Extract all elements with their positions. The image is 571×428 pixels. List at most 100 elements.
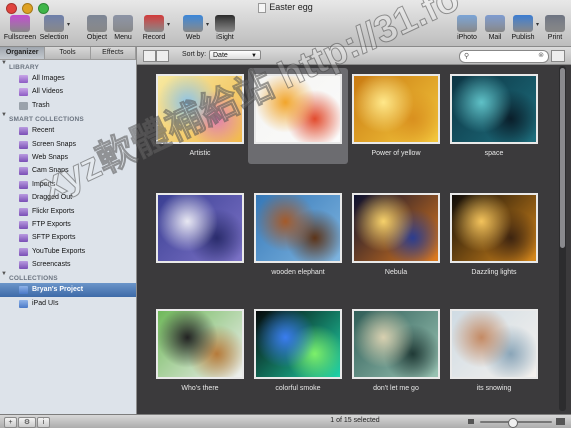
info-panel-button[interactable] <box>551 50 565 62</box>
document-icon <box>258 2 267 13</box>
sidebar-item-ftp-exports[interactable]: FTP Exports <box>0 218 136 231</box>
tab-organizer[interactable]: Organizer <box>0 47 46 59</box>
smart-collection-icon <box>19 153 28 162</box>
toolbar: Easter egg Fullscreen ▾ Selection Object Men… <box>0 0 571 47</box>
action-menu-button[interactable]: ⚙ <box>18 417 36 428</box>
sidebar-item-label: iPad UIs <box>32 299 59 307</box>
list-view-button[interactable] <box>156 50 169 62</box>
thumbnail-image[interactable] <box>254 309 342 379</box>
thumbnail-image[interactable] <box>254 193 342 263</box>
smart-collection-icon <box>19 220 28 229</box>
thumbnail-item[interactable]: don't let me go <box>352 309 440 399</box>
smart-collection-icon <box>19 180 28 189</box>
add-collection-button[interactable]: + <box>4 417 17 428</box>
info-button[interactable]: i <box>37 417 50 428</box>
selection-status: 1 of 15 selected <box>330 417 380 424</box>
grid-view-button[interactable] <box>143 50 156 62</box>
sidebar-item-flickr-exports[interactable]: Flickr Exports <box>0 205 136 218</box>
sidebar-item-screencasts[interactable]: Screencasts <box>0 258 136 271</box>
sidebar-item-recent[interactable]: Recent <box>0 124 136 137</box>
window-title: Easter egg <box>0 2 571 13</box>
section-heading-label: SMART COLLECTIONS <box>9 116 84 124</box>
menu-icon <box>113 15 133 32</box>
print-toolbar-button[interactable]: Print <box>538 15 571 41</box>
search-field[interactable]: ⚲ ⊗ <box>459 50 549 63</box>
thumbnail-item[interactable]: colorful smoke <box>254 309 342 399</box>
toolbar-button-label: iSight <box>216 34 234 41</box>
bottom-bar: + ⚙ i 1 of 15 selected <box>0 414 571 428</box>
thumbnail-item[interactable] <box>156 193 244 283</box>
sidebar-item-sftp-exports[interactable]: SFTP Exports <box>0 231 136 244</box>
thumbnail-item[interactable] <box>248 68 348 164</box>
thumbnail-item[interactable]: Nebula <box>352 193 440 283</box>
thumbnail-item[interactable]: space <box>450 74 538 164</box>
fullscreen-toolbar-button[interactable]: Fullscreen <box>3 15 37 41</box>
menu-toolbar-button[interactable]: Menu <box>106 15 140 41</box>
thumbnail-item[interactable]: wooden elephant <box>254 193 342 283</box>
sidebar-item-label: FTP Exports <box>32 220 71 228</box>
sidebar-item-all-images[interactable]: All Images <box>0 72 136 85</box>
sidebar-section-smart-collections[interactable]: ▼ SMART COLLECTIONS <box>0 112 136 124</box>
tab-effects[interactable]: Effects <box>91 47 136 59</box>
chevron-down-icon: ▼ <box>251 53 257 59</box>
thumbnail-item[interactable]: Who's there <box>156 309 244 399</box>
thumbnail-image[interactable] <box>352 74 440 144</box>
thumbnail-image[interactable] <box>156 74 244 144</box>
smart-collection-icon <box>19 234 28 243</box>
thumbnail-image[interactable] <box>156 309 244 379</box>
isight-toolbar-button[interactable]: iSight <box>208 15 242 41</box>
thumbnail-image[interactable] <box>450 74 538 144</box>
thumbnail-caption: colorful smoke <box>275 385 321 392</box>
sidebar-item-imports[interactable]: Imports <box>0 178 136 191</box>
thumbnail-item[interactable]: its snowing <box>450 309 538 399</box>
thumbnail-caption: its snowing <box>476 385 512 392</box>
disclosure-triangle-icon[interactable]: ▼ <box>1 60 7 66</box>
trash-icon <box>19 101 28 110</box>
thumbnail-image[interactable] <box>156 193 244 263</box>
thumbnail-image[interactable] <box>254 74 342 144</box>
tab-tools[interactable]: Tools <box>45 47 91 59</box>
menu-caret-icon[interactable]: ▾ <box>67 21 70 28</box>
sidebar-item-label: Dragged Out <box>32 194 73 202</box>
menu-caret-icon[interactable]: ▾ <box>167 21 170 28</box>
thumbnail-image[interactable] <box>352 193 440 263</box>
thumbnail-image[interactable] <box>352 309 440 379</box>
smart-collection-icon <box>19 140 28 149</box>
record-icon <box>144 15 164 32</box>
sidebar-item-cam-snaps[interactable]: Cam Snaps <box>0 164 136 177</box>
disclosure-triangle-icon[interactable]: ▼ <box>1 271 7 277</box>
sidebar-item-dragged-out[interactable]: Dragged Out <box>0 191 136 204</box>
selection-toolbar-button[interactable]: ▾ Selection <box>37 15 71 41</box>
publish-toolbar-button[interactable]: ▾ Publish <box>506 15 540 41</box>
thumbnail-item[interactable]: Power of yellow <box>352 74 440 164</box>
sidebar-item-all-videos[interactable]: All Videos <box>0 85 136 98</box>
sort-by-select[interactable]: Date ▼ <box>209 50 261 60</box>
toolbar-button-label: Web <box>185 34 201 41</box>
record-toolbar-button[interactable]: ▾ Record <box>137 15 171 41</box>
sidebar-item-label: All Images <box>32 75 65 82</box>
vertical-scrollbar[interactable] <box>558 66 567 411</box>
sidebar-section-library[interactable]: ▼ LIBRARY <box>0 60 136 72</box>
disclosure-triangle-icon[interactable]: ▼ <box>1 112 7 118</box>
sidebar-item-youtube-exports[interactable]: YouTube Exports <box>0 245 136 258</box>
sidebar-item-ipad-uis[interactable]: iPad UIs <box>0 297 136 310</box>
sidebar-item-screen-snaps[interactable]: Screen Snaps <box>0 138 136 151</box>
zoom-slider-knob[interactable] <box>508 418 519 428</box>
web-toolbar-button[interactable]: ▾ Web <box>176 15 210 41</box>
sidebar-section-collections[interactable]: ▼ COLLECTIONS <box>0 271 136 283</box>
publish-icon <box>513 15 533 32</box>
object-icon <box>87 15 107 32</box>
clear-search-icon[interactable]: ⊗ <box>538 51 544 59</box>
thumbnail-item[interactable]: Artistic <box>156 74 244 164</box>
search-icon: ⚲ <box>464 53 470 60</box>
all-images-icon <box>19 75 28 83</box>
scrollbar-thumb[interactable] <box>560 68 565 248</box>
sidebar-item-bryan-s-project[interactable]: Bryan's Project <box>0 283 136 297</box>
sidebar-item-label: Cam Snaps <box>32 167 69 175</box>
thumbnail-item[interactable]: Dazzling lights <box>450 193 538 283</box>
thumbnail-image[interactable] <box>450 193 538 263</box>
sidebar-item-trash[interactable]: Trash <box>0 99 136 112</box>
sidebar-item-web-snaps[interactable]: Web Snaps <box>0 151 136 164</box>
thumbnail-image[interactable] <box>450 309 538 379</box>
toolbar-button-label: Publish <box>511 34 535 41</box>
